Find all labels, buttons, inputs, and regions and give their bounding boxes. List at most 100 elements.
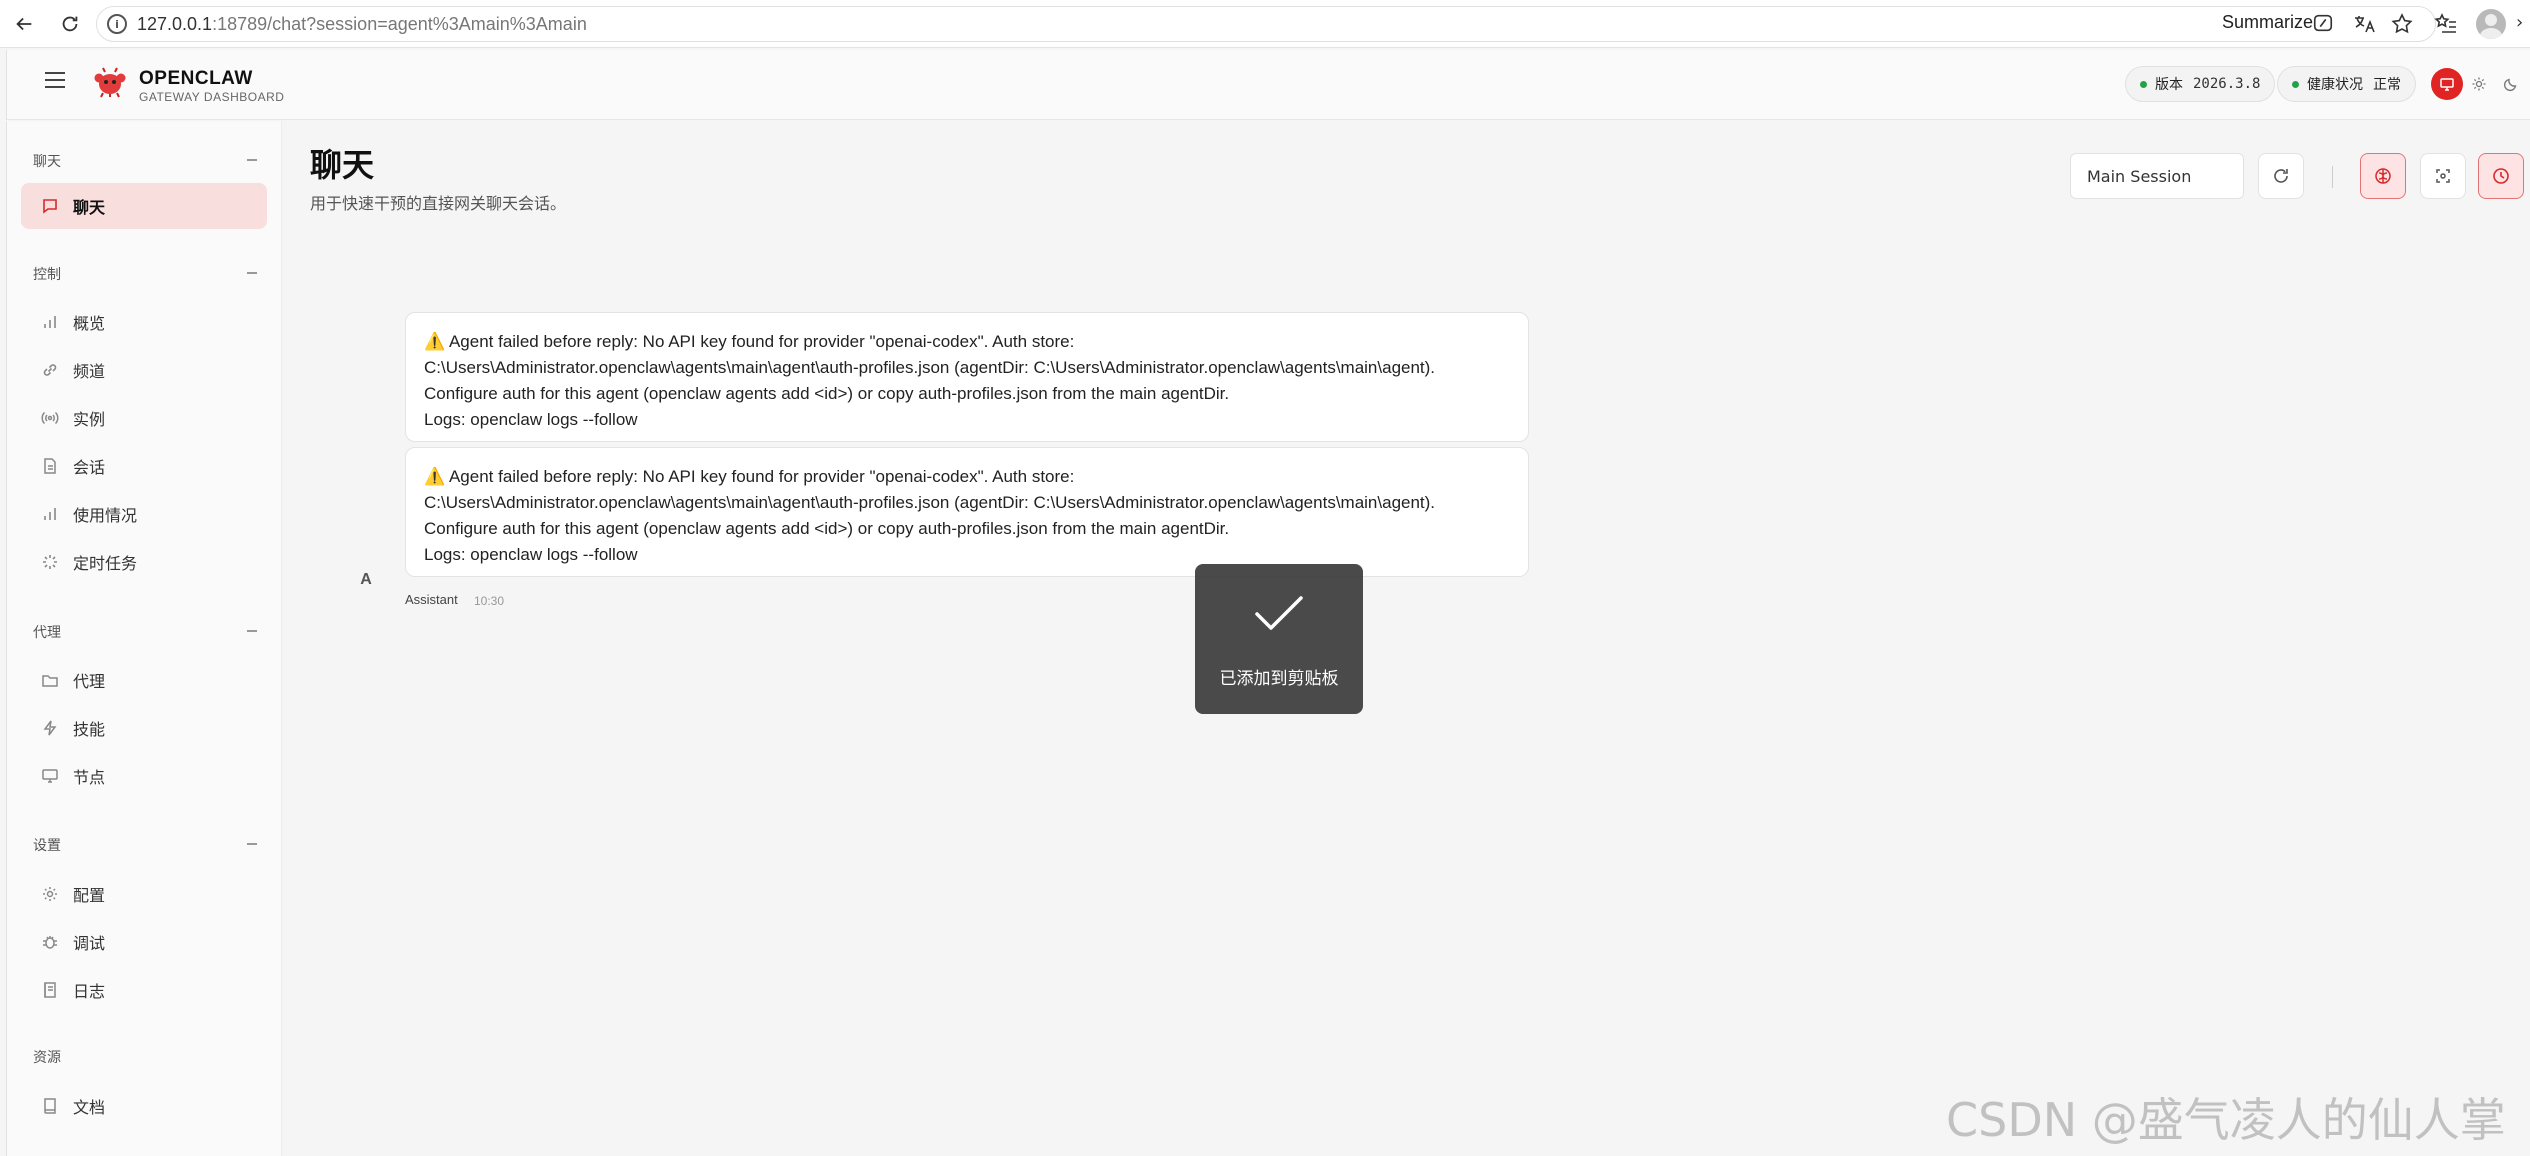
- sidebar-item-label: 频道: [73, 362, 106, 381]
- sidebar-item-instances[interactable]: 实例: [21, 395, 267, 441]
- message-line: Configure auth for this agent (openclaw …: [424, 384, 1230, 403]
- sidebar-item-logs[interactable]: 日志: [21, 967, 267, 1013]
- history-button[interactable]: [2478, 153, 2524, 199]
- sidebar-item-label: 技能: [73, 720, 106, 739]
- session-select[interactable]: Main Session: [2070, 153, 2244, 199]
- sidebar-item-chat[interactable]: 聊天: [21, 183, 267, 229]
- checkmark-icon: [1255, 596, 1303, 630]
- brand-subtitle: GATEWAY DASHBOARD: [139, 90, 285, 104]
- theme-dark-button[interactable]: [2495, 68, 2527, 100]
- url-path: :18789/chat?session=agent%3Amain%3Amain: [212, 14, 587, 34]
- sidebar-item-skills[interactable]: 技能: [21, 705, 267, 751]
- summarize-button[interactable]: Summarize: [2222, 12, 2313, 33]
- translate-icon[interactable]: [2352, 12, 2376, 36]
- sidebar-item-label: 会话: [73, 458, 106, 477]
- url-host: 127.0.0.1: [137, 14, 213, 34]
- page-title: 聊天: [310, 146, 375, 184]
- message-line: Logs: openclaw logs --follow: [424, 410, 638, 429]
- sidebar-item-cron[interactable]: 定时任务: [21, 539, 267, 585]
- reload-icon[interactable]: [54, 8, 86, 40]
- collapse-icon[interactable]: [247, 630, 257, 632]
- assistant-message[interactable]: ⚠️ Agent failed before reply: No API key…: [405, 447, 1529, 577]
- sidebar-item-channels[interactable]: 频道: [21, 347, 267, 393]
- summarize-icon[interactable]: [2312, 12, 2334, 34]
- sidebar-item-sessions[interactable]: 会话: [21, 443, 267, 489]
- assistant-message[interactable]: ⚠️ Agent failed before reply: No API key…: [405, 312, 1529, 442]
- sidebar-section-agents: 代理: [33, 625, 61, 641]
- sidebar-item-debug[interactable]: 调试: [21, 919, 267, 965]
- toast-message: 已添加到剪贴板: [1219, 669, 1339, 689]
- clipboard-toast: 已添加到剪贴板: [1195, 564, 1363, 714]
- spinner-icon: [41, 553, 59, 571]
- document-icon: [41, 457, 59, 475]
- url-text[interactable]: 127.0.0.1:18789/chat?session=agent%3Amai…: [137, 14, 587, 35]
- link-icon: [41, 361, 59, 379]
- health-value: 正常: [2373, 77, 2401, 93]
- sidebar-section-resources: 资源: [33, 1050, 61, 1066]
- assistant-avatar: A: [360, 571, 372, 588]
- brain-icon: [2375, 168, 2391, 184]
- log-icon: [41, 981, 59, 999]
- theme-system-button[interactable]: [2431, 68, 2463, 100]
- sidebar-item-agents[interactable]: 代理: [21, 657, 267, 703]
- focus-icon: [2436, 169, 2450, 183]
- address-bar[interactable]: i 127.0.0.1:18789/chat?session=agent%3Am…: [96, 6, 2436, 42]
- refresh-icon: [2274, 169, 2288, 183]
- bug-icon: [41, 933, 59, 951]
- sidebar-item-label: 聊天: [73, 198, 106, 217]
- chat-bubble-icon: [41, 197, 59, 215]
- message-line: C:\Users\Administrator.openclaw\agents\m…: [424, 358, 1436, 377]
- sidebar-section-settings: 设置: [33, 838, 61, 854]
- health-label: 健康状况: [2307, 77, 2363, 93]
- theme-light-button[interactable]: [2463, 68, 2495, 100]
- back-icon[interactable]: [8, 8, 40, 40]
- sidebar-item-label: 实例: [73, 410, 106, 429]
- sidebar-item-usage[interactable]: 使用情况: [21, 491, 267, 537]
- sidebar-item-label: 定时任务: [73, 554, 138, 573]
- sidebar-item-label: 概览: [73, 314, 106, 333]
- sidebar-item-label: 使用情况: [73, 506, 138, 525]
- thinking-toggle-button[interactable]: [2360, 153, 2406, 199]
- browser-toolbar: i 127.0.0.1:18789/chat?session=agent%3Am…: [0, 0, 2530, 48]
- version-value: 2026.3.8: [2193, 76, 2261, 92]
- health-badge: 健康状况 正常: [2277, 66, 2416, 102]
- broadcast-icon: [41, 409, 59, 427]
- favorites-list-icon[interactable]: [2434, 12, 2458, 36]
- sidebar-item-config[interactable]: 配置: [21, 871, 267, 917]
- sidebar-item-docs[interactable]: 文档: [21, 1083, 267, 1129]
- sidebar-section-chat: 聊天: [33, 154, 61, 170]
- book-icon: [41, 1097, 59, 1115]
- message-timestamp: 10:30: [474, 594, 505, 608]
- bar-chart-icon: [41, 505, 59, 523]
- profile-avatar[interactable]: [2476, 9, 2506, 39]
- sidebar: 聊天 聊天 控制 概览 频道 实例 会话 使用情况 定时任务 代理 代理 技能: [6, 121, 282, 1156]
- collapse-icon[interactable]: [247, 272, 257, 274]
- refresh-button[interactable]: [2258, 153, 2304, 199]
- sidebar-item-overview[interactable]: 概览: [21, 299, 267, 345]
- collapse-icon[interactable]: [247, 159, 257, 161]
- watermark: CSDN @盛气凌人的仙人掌: [1946, 1093, 2506, 1147]
- sidebar-item-nodes[interactable]: 节点: [21, 753, 267, 799]
- clock-icon: [2493, 168, 2509, 184]
- focus-mode-button[interactable]: [2420, 153, 2466, 199]
- theme-switcher: [2431, 66, 2530, 102]
- bar-chart-icon: [41, 313, 59, 331]
- status-dot-icon: [2292, 80, 2299, 88]
- message-line: C:\Users\Administrator.openclaw\agents\m…: [424, 493, 1436, 512]
- more-icon[interactable]: ›: [2516, 12, 2523, 33]
- sidebar-item-label: 日志: [73, 982, 106, 1001]
- brand-title: OPENCLAW: [139, 68, 253, 89]
- site-info-icon[interactable]: i: [107, 14, 127, 34]
- sidebar-item-label: 节点: [73, 768, 106, 787]
- sidebar-section-control: 控制: [33, 267, 61, 283]
- favorite-star-icon[interactable]: [2390, 12, 2414, 36]
- message-line: Configure auth for this agent (openclaw …: [424, 519, 1230, 538]
- status-dot-icon: [2140, 80, 2147, 88]
- sidebar-item-label: 配置: [73, 886, 106, 905]
- collapse-icon[interactable]: [247, 843, 257, 845]
- sender-name: Assistant: [405, 592, 458, 607]
- menu-toggle-icon[interactable]: [45, 72, 65, 88]
- version-label: 版本: [2155, 77, 2183, 93]
- page-subtitle: 用于快速干预的直接网关聊天会话。: [310, 194, 567, 213]
- message-line: ⚠️ Agent failed before reply: No API key…: [424, 467, 1075, 486]
